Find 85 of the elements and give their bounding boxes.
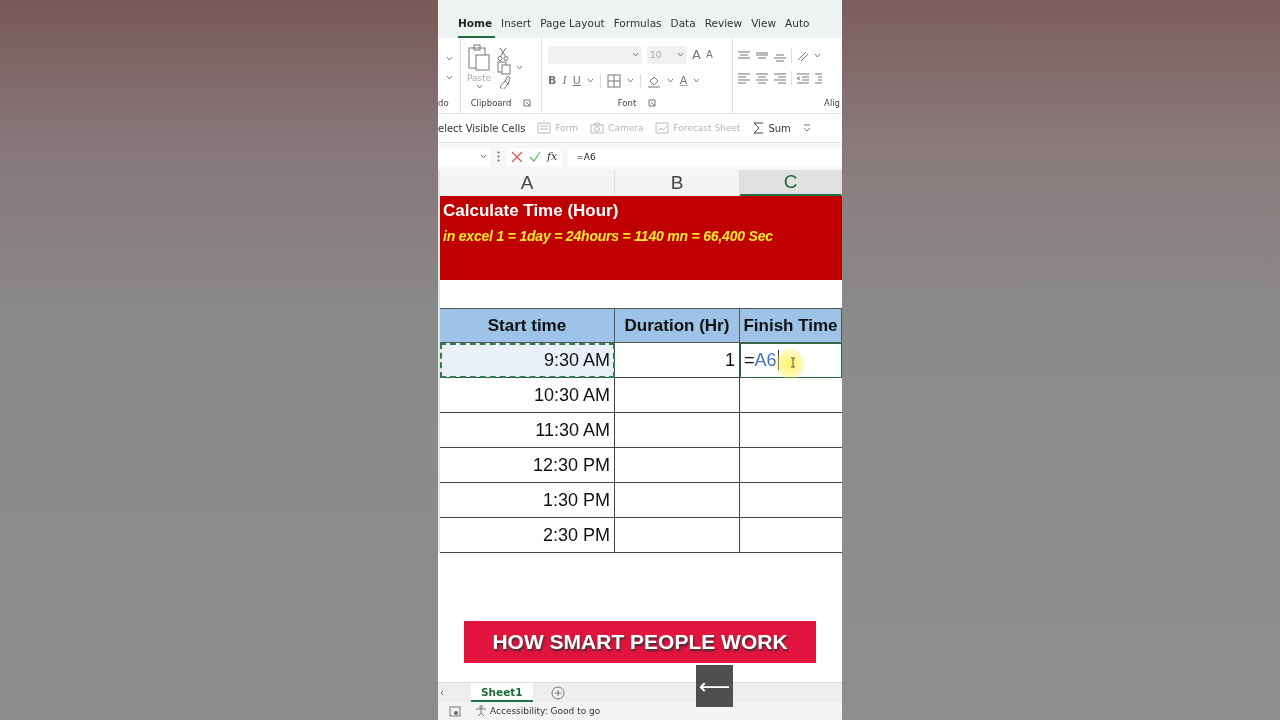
formula-input[interactable]: =A6 <box>568 147 842 166</box>
align-center-icon[interactable] <box>755 71 769 84</box>
sheet-tab[interactable]: Sheet1 <box>471 683 533 702</box>
caret-icon[interactable] <box>475 84 483 89</box>
caret-icon[interactable] <box>677 52 684 57</box>
camera-icon <box>590 122 605 134</box>
table-cell[interactable] <box>615 413 740 448</box>
caret-icon[interactable] <box>586 78 594 83</box>
ribbon-tab[interactable]: Insert <box>501 17 535 38</box>
ribbon-tab[interactable]: Auto <box>785 17 813 38</box>
table-cell[interactable]: 10:30 AM <box>440 378 615 413</box>
ribbon-tab[interactable]: View <box>751 17 780 38</box>
toolbar-button[interactable]: Sum <box>752 122 791 134</box>
add-sheet-icon[interactable] <box>550 685 565 700</box>
caret-icon[interactable] <box>814 53 821 58</box>
increase-font-button[interactable]: A <box>692 47 701 62</box>
text-select-cursor-icon <box>790 357 796 368</box>
customize-toolbar-icon[interactable] <box>802 124 811 132</box>
text-cursor <box>777 350 779 370</box>
column-heading: Start time <box>440 308 615 343</box>
ribbon-tab[interactable]: Formulas <box>613 17 665 38</box>
pointer-highlight <box>775 349 805 379</box>
group-label: Font <box>617 98 637 108</box>
banner-title: Calculate Time (Hour) <box>443 200 620 222</box>
font-color-button[interactable]: A <box>679 74 688 87</box>
table-cell[interactable] <box>615 448 740 483</box>
align-right-icon[interactable] <box>773 71 787 84</box>
enter-icon[interactable] <box>529 150 541 163</box>
format-painter-icon[interactable] <box>497 74 512 89</box>
group-label: Alig <box>823 97 841 110</box>
caption-banner: HOW SMART PEOPLE WORK <box>464 621 816 663</box>
form-icon <box>537 122 552 134</box>
table-cell[interactable]: 1 <box>615 343 740 378</box>
insert-function-button[interactable]: fx <box>547 150 558 163</box>
table-cell[interactable]: =A6 <box>740 343 842 378</box>
caret-icon[interactable] <box>693 78 701 83</box>
more-icon <box>497 151 500 162</box>
bold-button[interactable]: B <box>548 74 557 87</box>
caret-icon[interactable] <box>445 55 453 61</box>
forecast-sheet-icon <box>655 122 670 134</box>
column-heading: Finish Time <box>740 308 842 343</box>
banner-subtitle: in excel 1 = 1day = 24hours = 1140 mn = 66,400 Sec <box>443 227 774 246</box>
clipboard-icon <box>467 44 492 72</box>
copy-icon[interactable] <box>497 60 512 75</box>
toolbar-button[interactable]: elect Visible Cells <box>438 122 526 134</box>
caret-icon[interactable] <box>516 65 524 70</box>
caret-icon[interactable] <box>480 154 487 159</box>
column-heading: Duration (Hr) <box>615 308 740 343</box>
table-cell[interactable] <box>615 483 740 518</box>
italic-button[interactable]: I <box>562 74 567 87</box>
column-header[interactable]: C <box>740 170 842 196</box>
launcher-icon[interactable] <box>648 99 657 107</box>
align-top-icon[interactable] <box>737 49 751 62</box>
macro-recorder-icon[interactable] <box>449 705 461 717</box>
table-cell[interactable]: 2:30 PM <box>440 518 615 553</box>
table-cell[interactable]: 1:30 PM <box>440 483 615 518</box>
increase-indent-icon[interactable] <box>814 71 822 84</box>
table-cell[interactable] <box>615 378 740 413</box>
caret-icon[interactable] <box>632 52 639 57</box>
sum-icon <box>752 122 765 134</box>
orientation-icon[interactable] <box>796 49 810 62</box>
ribbon-tab[interactable]: Data <box>670 17 699 38</box>
decrease-indent-icon[interactable] <box>796 71 810 84</box>
align-middle-icon[interactable] <box>755 49 769 62</box>
table-cell[interactable] <box>615 518 740 553</box>
launcher-icon[interactable] <box>523 99 532 107</box>
scroll-left-icon[interactable] <box>440 689 444 696</box>
cancel-icon[interactable] <box>511 150 523 163</box>
table-cell[interactable]: 11:30 AM <box>440 413 615 448</box>
caret-icon[interactable] <box>626 78 634 83</box>
back-button[interactable]: ⟵ <box>696 665 733 707</box>
group-label: Clipboard <box>470 98 512 108</box>
borders-icon[interactable] <box>606 73 621 88</box>
scissors-icon[interactable] <box>497 46 510 61</box>
decrease-font-button[interactable]: A <box>705 49 713 60</box>
align-left-icon[interactable] <box>737 71 751 84</box>
underline-button[interactable]: U <box>572 74 581 87</box>
caret-icon[interactable] <box>666 78 674 83</box>
ribbon-tab[interactable]: Review <box>704 17 746 38</box>
ribbon-tab[interactable]: Page Layout <box>540 17 608 38</box>
table-cell[interactable]: 12:30 PM <box>440 448 615 483</box>
accessibility-icon <box>475 705 487 717</box>
caret-icon[interactable] <box>445 74 453 80</box>
table-cell[interactable]: 9:30 AM <box>440 343 615 378</box>
group-label: do <box>438 97 450 110</box>
